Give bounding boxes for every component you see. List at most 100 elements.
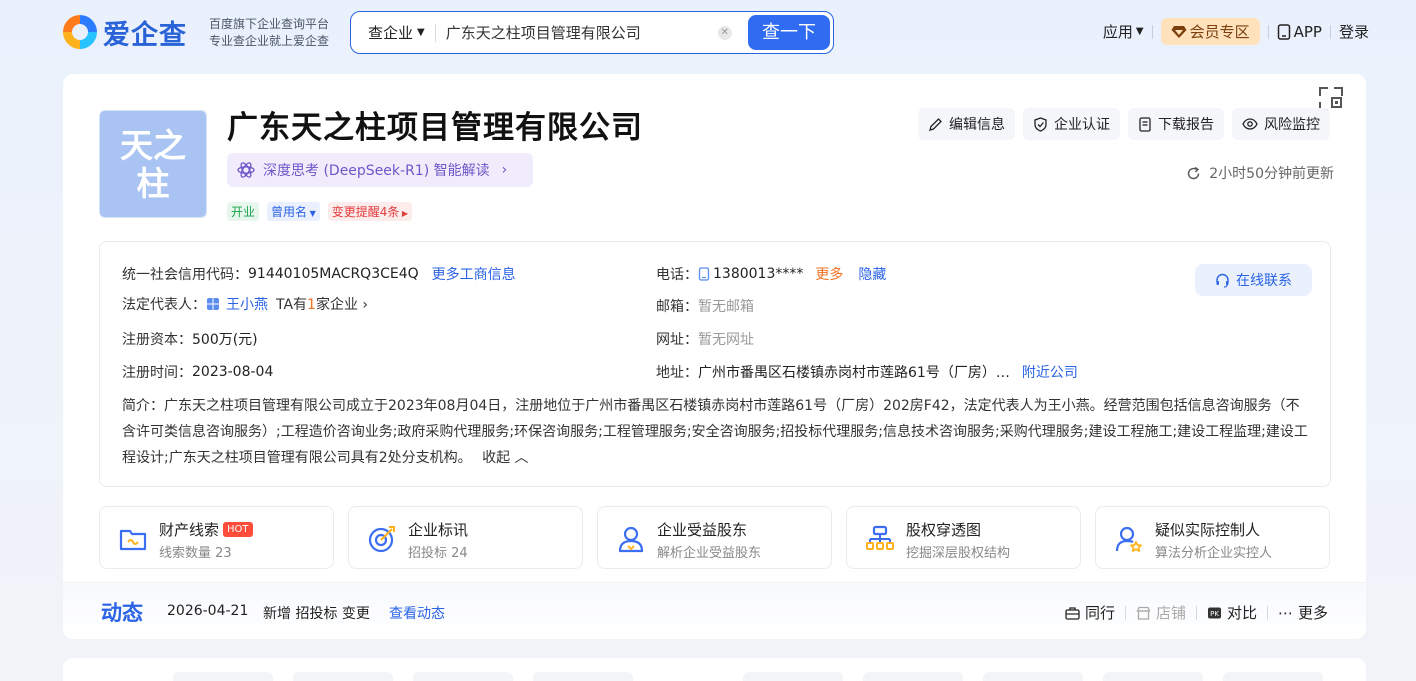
nav-app-label: APP: [1293, 22, 1322, 41]
nav-apps[interactable]: 应用 ▼: [1103, 21, 1144, 42]
next-section-tabs-left: [173, 672, 633, 681]
risk-monitor-label: 风险监控: [1264, 117, 1320, 133]
peer-button[interactable]: 同行: [1065, 602, 1115, 623]
feature-title: 企业标讯: [408, 519, 468, 540]
view-dynamics-link[interactable]: 查看动态: [389, 603, 445, 623]
ai-analysis-button[interactable]: 深度思考 (DeepSeek-R1) 智能解读 ›: [227, 153, 533, 187]
email-row: 邮箱： 暂无邮箱: [656, 296, 754, 316]
logo[interactable]: 爱企查: [63, 14, 187, 51]
website-label: 网址：: [656, 332, 698, 348]
store-icon: [1136, 606, 1151, 620]
online-contact-button[interactable]: 在线联系: [1195, 264, 1312, 296]
mobile-icon: [1277, 23, 1290, 40]
capital-value: 500万(元): [192, 332, 258, 348]
placeholder-tab[interactable]: [983, 672, 1083, 681]
clear-icon[interactable]: ✕: [717, 25, 732, 40]
download-report-button[interactable]: 下载报告: [1128, 108, 1224, 140]
change-alert-label: 变更提醒4条: [331, 205, 400, 219]
nav-divider: [1329, 24, 1331, 39]
ai-atom-icon: [237, 162, 255, 178]
nav-vip[interactable]: 会员专区: [1160, 18, 1260, 45]
placeholder-tab[interactable]: [293, 672, 393, 681]
ellipsis-icon: ⋯: [1277, 603, 1293, 622]
feature-subtitle: 解析企业受益股东: [657, 546, 762, 561]
company-logo: 天之 柱: [99, 110, 207, 218]
caret-down-icon: ▼: [417, 27, 425, 38]
placeholder-tab[interactable]: [863, 672, 963, 681]
more-business-link[interactable]: 更多工商信息: [432, 264, 516, 284]
feature-card-property-clues[interactable]: 财产线索 HOT 线索数量 23: [99, 506, 334, 569]
next-section-card: [63, 658, 1366, 681]
briefcase-icon: [1065, 606, 1080, 620]
feature-title-text: 企业标讯: [408, 521, 469, 539]
logo-tagline-line-1: 百度旗下企业查询平台: [209, 17, 330, 31]
target-icon: [368, 526, 395, 553]
search-type-label: 查企业: [368, 24, 414, 42]
org-chart-icon: [866, 525, 894, 550]
more-button[interactable]: ⋯ 更多: [1278, 602, 1328, 623]
peer-label: 同行: [1084, 604, 1115, 622]
placeholder-tab[interactable]: [173, 672, 273, 681]
phone-value: 1380013****: [713, 266, 804, 282]
placeholder-tab[interactable]: [1223, 672, 1323, 681]
address-value: 广州市番禺区石楼镇赤岗村市莲路61号（厂房）…: [698, 365, 1010, 381]
phone-hide-link[interactable]: 隐藏: [858, 264, 886, 284]
reg-date-value: 2023-08-04: [192, 364, 274, 380]
tool-divider: [1195, 605, 1197, 620]
phone-icon: [698, 267, 710, 281]
search-bar: 查企业 ▼ ✕ 查一下: [350, 11, 834, 54]
feature-subtitle: 挖掘深层股权结构: [906, 546, 1011, 561]
tool-divider: [1124, 605, 1126, 620]
dynamics-date: 2026-04-21: [167, 603, 249, 619]
nav-app[interactable]: APP: [1277, 23, 1322, 41]
search-divider: [434, 23, 436, 42]
feature-card-controller[interactable]: 疑似实际控制人 算法分析企业实控人: [1095, 506, 1330, 569]
nav-login-label: 登录: [1338, 23, 1369, 41]
search-type-dropdown[interactable]: 查企业 ▼: [368, 22, 425, 43]
status-tags: 开业 曾用名 ▼ 变更提醒4条 ▶: [227, 202, 413, 221]
feature-title: 疑似实际控制人: [1155, 519, 1260, 540]
nav-apps-label: 应用: [1102, 23, 1133, 41]
dynamics-bar: 动态 2026-04-21 新增 招投标 变更 查看动态 同行 店铺 PK 对比…: [63, 582, 1366, 639]
placeholder-tab[interactable]: [413, 672, 513, 681]
change-alert-tag[interactable]: 变更提醒4条 ▶: [327, 202, 413, 221]
feature-card-equity-graph[interactable]: 股权穿透图 挖掘深层股权结构: [846, 506, 1081, 569]
placeholder-tab[interactable]: [533, 672, 633, 681]
compare-button[interactable]: PK 对比: [1207, 602, 1257, 623]
phone-more-link[interactable]: 更多: [815, 264, 843, 284]
top-nav: 应用 ▼ 会员专区 APP 登录: [1103, 18, 1369, 45]
edit-info-button[interactable]: 编辑信息: [918, 108, 1015, 140]
compare-icon: PK: [1207, 607, 1221, 618]
feature-subtitle: 招投标 24: [408, 546, 468, 561]
legal-rep-link[interactable]: 王小燕: [226, 294, 268, 314]
former-name-tag[interactable]: 曾用名 ▼: [267, 202, 320, 221]
search-input[interactable]: [445, 23, 706, 42]
svg-text:PK: PK: [1210, 610, 1219, 618]
chevron-right-icon: ›: [362, 297, 369, 313]
shop-label: 店铺: [1155, 604, 1186, 622]
placeholder-tab[interactable]: [743, 672, 843, 681]
shop-button[interactable]: 店铺: [1136, 602, 1186, 623]
intro-text: 广东天之柱项目管理有限公司成立于2023年08月04日，注册地位于广州市番禺区石…: [122, 398, 1308, 466]
feature-card-beneficiary[interactable]: 企业受益股东 解析企业受益股东: [597, 506, 832, 569]
collapse-toggle[interactable]: 收起 ︿: [482, 450, 528, 466]
online-contact-label: 在线联系: [1236, 273, 1292, 289]
risk-monitor-button[interactable]: 风险监控: [1232, 108, 1330, 140]
feature-cards: 财产线索 HOT 线索数量 23 企业标讯 招投标 24 企业受益股东 解析企业…: [99, 506, 1330, 569]
feature-title-text: 财产线索: [159, 521, 220, 539]
status-badge: 开业: [227, 202, 260, 221]
refresh-icon: [1188, 166, 1200, 179]
legal-rep-label: 法定代表人：: [122, 297, 206, 313]
legal-rep-companies[interactable]: TA有1家企业 ›: [276, 294, 368, 314]
placeholder-tab[interactable]: [1103, 672, 1203, 681]
company-logo-text-line-1: 天之: [120, 126, 186, 165]
nav-login[interactable]: 登录: [1339, 21, 1369, 42]
update-status[interactable]: 2小时50分钟前更新: [1186, 163, 1334, 183]
phone-label: 电话：: [656, 267, 698, 283]
phone-row: 电话： 1380013**** 更多 隐藏: [656, 264, 886, 284]
nearby-companies-link[interactable]: 附近公司: [1022, 362, 1078, 382]
certify-button[interactable]: 企业认证: [1023, 108, 1120, 140]
feature-card-bidding[interactable]: 企业标讯 招投标 24: [348, 506, 583, 569]
folder-icon: [119, 529, 147, 551]
search-button[interactable]: 查一下: [748, 15, 830, 50]
